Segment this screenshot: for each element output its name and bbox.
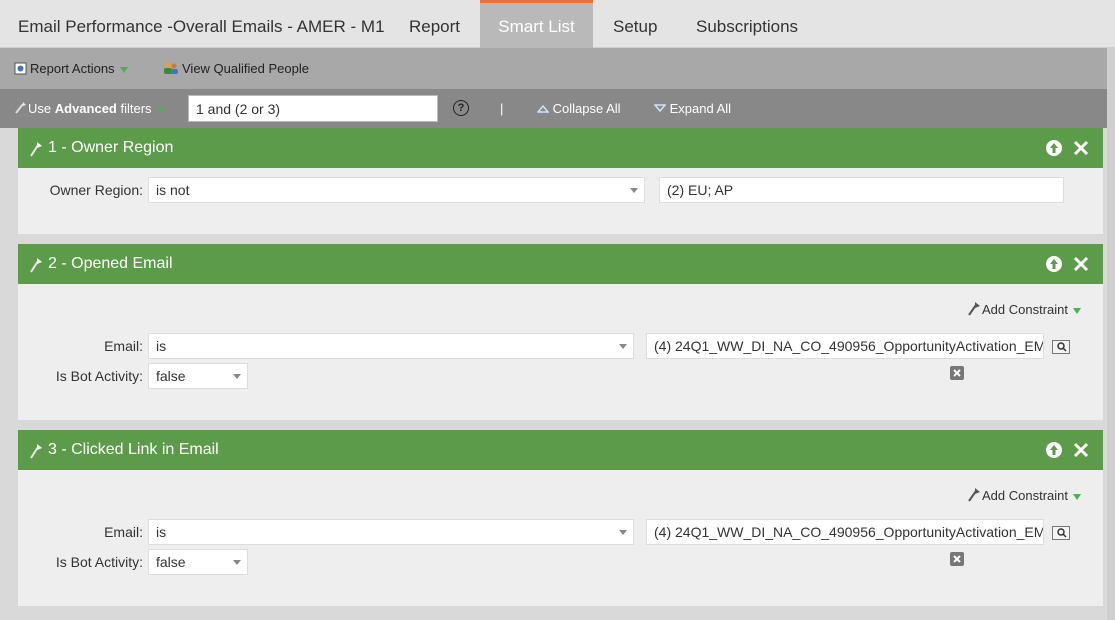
wand-icon — [968, 302, 980, 316]
operator-value: is — [156, 524, 167, 540]
advanced-label: Advanced — [54, 101, 117, 116]
owner-region-value[interactable]: (2) EU; AP — [659, 177, 1064, 203]
bot-activity-label: Is Bot Activity: — [55, 554, 143, 570]
add-constraint-label: Add Constraint — [982, 488, 1068, 503]
operator-value: is — [156, 338, 167, 354]
move-up-icon[interactable] — [1044, 138, 1064, 158]
report-icon — [14, 62, 27, 75]
operator-select[interactable]: is not — [148, 177, 645, 203]
view-qualified-label: View Qualified People — [182, 61, 309, 76]
filter-logic-input[interactable] — [188, 95, 438, 122]
filter-title: 3 - Clicked Link in Email — [48, 441, 219, 458]
operator-value: is not — [156, 182, 190, 198]
email-value[interactable]: (4) 24Q1_WW_DI_NA_CO_490956_OpportunityA… — [646, 519, 1044, 545]
advanced-filters-toggle[interactable]: Use Advanced filters — [14, 89, 165, 128]
clear-icon[interactable] — [950, 552, 964, 566]
filter-title: 2 - Opened Email — [48, 255, 173, 272]
separator: | — [500, 101, 504, 116]
collapse-all-button[interactable]: Collapse All — [536, 89, 621, 128]
tab-setup[interactable]: Setup — [613, 0, 657, 48]
filter-panel-3: 3 - Clicked Link in Email Add Constraint… — [18, 430, 1103, 606]
people-icon — [164, 62, 178, 74]
email-label: Email: — [104, 338, 143, 354]
chevron-down-icon — [630, 188, 638, 193]
close-icon[interactable] — [1071, 138, 1091, 158]
add-constraint-button[interactable]: Add Constraint — [966, 301, 1081, 317]
operator-select[interactable]: is — [148, 519, 634, 545]
report-actions-label: Report Actions — [30, 61, 115, 76]
add-constraint-label: Add Constraint — [982, 302, 1068, 317]
tab-report-name[interactable]: Email Performance -Overall Emails - AMER… — [18, 0, 385, 48]
chevron-down-icon — [119, 66, 128, 73]
bot-activity-select[interactable]: false — [148, 363, 248, 389]
chevron-down-icon — [233, 560, 241, 565]
tab-smart-list[interactable]: Smart List — [480, 0, 593, 48]
wand-icon — [15, 102, 26, 114]
bot-activity-value: false — [156, 554, 186, 570]
filter-panel-1: 1 - Owner Region Owner Region: is not (2… — [18, 128, 1103, 234]
drag-handle-icon[interactable] — [28, 140, 44, 158]
filter-panel-2: 2 - Opened Email Add Constraint Email: i… — [18, 244, 1103, 420]
filters-label: filters — [116, 101, 152, 116]
filter-panel-header[interactable]: 1 - Owner Region — [18, 128, 1103, 168]
collapse-icon — [536, 104, 550, 113]
filter-panel-header[interactable]: 2 - Opened Email — [18, 244, 1103, 284]
lookup-icon[interactable] — [1052, 340, 1070, 354]
tab-report[interactable]: Report — [409, 0, 460, 48]
close-icon[interactable] — [1071, 440, 1091, 460]
move-up-icon[interactable] — [1044, 440, 1064, 460]
operator-select[interactable]: is — [148, 333, 634, 359]
filter-title: 1 - Owner Region — [48, 139, 174, 156]
chevron-down-icon — [619, 530, 627, 535]
email-value[interactable]: (4) 24Q1_WW_DI_NA_CO_490956_OpportunityA… — [646, 333, 1044, 359]
email-label: Email: — [104, 524, 143, 540]
expand-all-button[interactable]: Expand All — [653, 89, 732, 128]
bot-activity-value: false — [156, 368, 186, 384]
wand-icon — [968, 488, 980, 502]
collapse-all-label: Collapse All — [552, 101, 621, 116]
close-icon[interactable] — [1071, 254, 1091, 274]
drag-handle-icon[interactable] — [28, 256, 44, 274]
chevron-down-icon — [156, 106, 165, 113]
view-qualified-people-button[interactable]: View Qualified People — [163, 48, 309, 89]
chevron-down-icon — [619, 344, 627, 349]
add-constraint-button[interactable]: Add Constraint — [966, 487, 1081, 503]
tab-subscriptions[interactable]: Subscriptions — [696, 0, 798, 48]
owner-region-label: Owner Region: — [49, 182, 143, 198]
filter-logic-bar: Use Advanced filters ? | Collapse All Ex… — [0, 89, 1115, 128]
chevron-down-icon — [1073, 493, 1081, 500]
help-icon[interactable]: ? — [453, 100, 469, 116]
scrollbar[interactable] — [1107, 48, 1115, 620]
bot-activity-label: Is Bot Activity: — [55, 368, 143, 384]
expand-icon — [653, 104, 667, 113]
chevron-down-icon — [1073, 307, 1081, 314]
report-actions-menu[interactable]: Report Actions — [14, 48, 128, 89]
chevron-down-icon — [233, 374, 241, 379]
filter-panel-header[interactable]: 3 - Clicked Link in Email — [18, 430, 1103, 470]
move-up-icon[interactable] — [1044, 254, 1064, 274]
bot-activity-select[interactable]: false — [148, 549, 248, 575]
expand-all-label: Expand All — [669, 101, 732, 116]
drag-handle-icon[interactable] — [28, 442, 44, 460]
action-bar: Report Actions View Qualified People — [0, 48, 1115, 89]
use-label: Use — [28, 101, 55, 116]
clear-icon[interactable] — [950, 366, 964, 380]
lookup-icon[interactable] — [1052, 526, 1070, 540]
tab-bar: Email Performance -Overall Emails - AMER… — [0, 0, 1115, 48]
